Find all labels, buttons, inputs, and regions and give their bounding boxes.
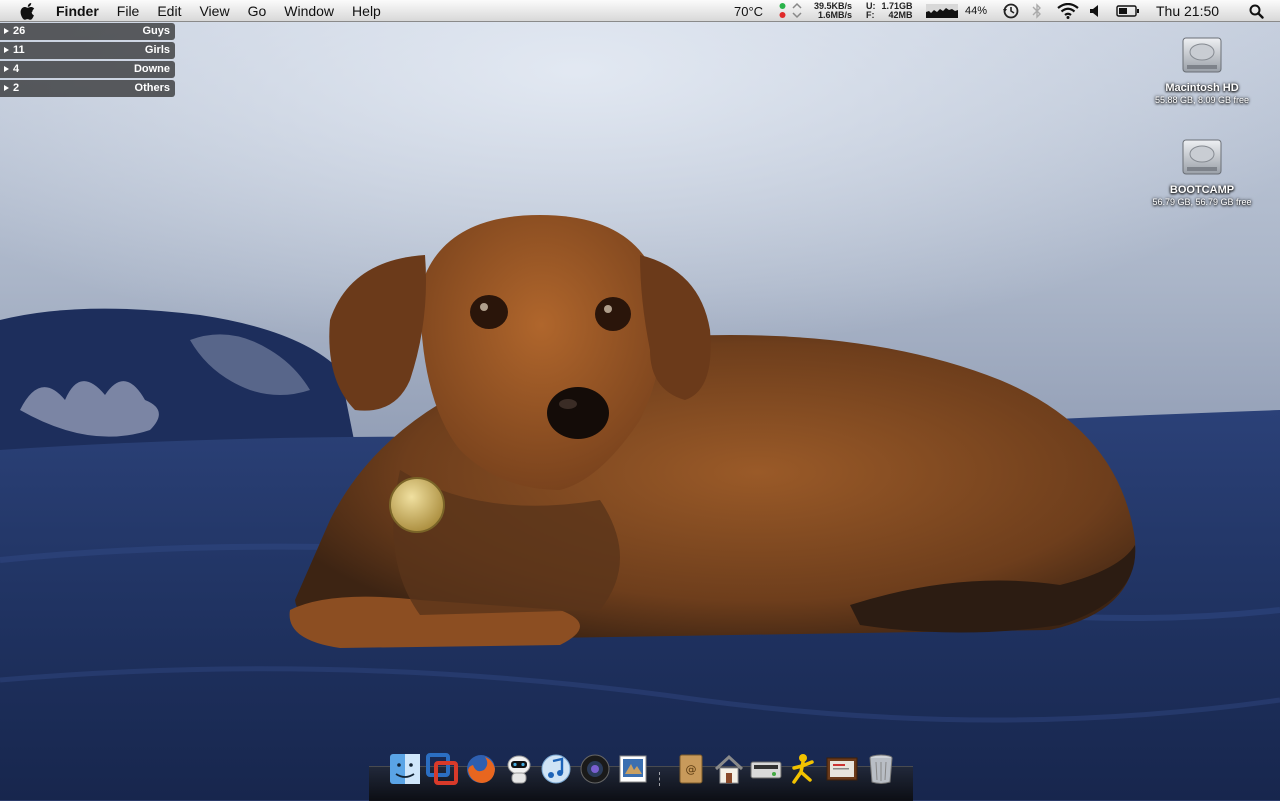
memory-free-value: 42MB bbox=[888, 10, 913, 20]
presentation-icon[interactable] bbox=[825, 752, 859, 786]
user-group-row[interactable]: 26 Guys bbox=[0, 23, 175, 40]
user-group-row[interactable]: 4 Downe bbox=[0, 61, 175, 78]
cpu-temperature[interactable]: 70°C bbox=[734, 0, 763, 22]
group-label: Others bbox=[134, 82, 170, 94]
group-count: 2 bbox=[13, 82, 20, 94]
network-speed[interactable]: 39.5KB/s 1.6MB/s bbox=[814, 0, 852, 22]
cpu-usage-graph-icon[interactable] bbox=[926, 0, 958, 22]
memory-monitor[interactable]: U: F: 1.71GB 42MB bbox=[866, 0, 913, 22]
menu-file[interactable]: File bbox=[108, 0, 149, 22]
disclosure-triangle-icon[interactable] bbox=[4, 85, 9, 91]
network-download-speed: 1.6MB/s bbox=[818, 10, 853, 20]
group-label: Guys bbox=[142, 25, 170, 37]
wifi-icon[interactable] bbox=[1054, 0, 1082, 22]
home-folder-icon[interactable] bbox=[712, 752, 746, 786]
menu-view[interactable]: View bbox=[190, 0, 238, 22]
user-group-row[interactable]: 11 Girls bbox=[0, 42, 175, 59]
menu-clock[interactable]: Thu 21:50 bbox=[1156, 0, 1219, 22]
battery-percent[interactable]: 44% bbox=[965, 0, 987, 22]
photo-booth-icon[interactable] bbox=[578, 752, 612, 786]
group-label: Downe bbox=[133, 63, 170, 75]
hard-drive-icon[interactable] bbox=[1179, 134, 1225, 180]
dock-separator bbox=[659, 772, 662, 786]
menu-app-finder[interactable]: Finder bbox=[56, 0, 108, 22]
network-activity-icon[interactable] bbox=[779, 0, 803, 22]
group-label: Girls bbox=[144, 44, 170, 56]
menu-bar: Finder File Edit View Go Window Help 70°… bbox=[0, 0, 1280, 22]
svg-text:@: @ bbox=[686, 763, 697, 776]
group-count: 26 bbox=[13, 25, 26, 37]
itunes-icon[interactable] bbox=[539, 752, 573, 786]
group-count: 11 bbox=[13, 44, 25, 56]
drive-info: 56.79 GB, 56.79 GB free bbox=[1152, 197, 1252, 207]
firefox-icon[interactable] bbox=[464, 752, 498, 786]
menu-window[interactable]: Window bbox=[275, 0, 343, 22]
apple-logo-icon[interactable] bbox=[16, 0, 38, 22]
battery-icon[interactable] bbox=[1113, 0, 1143, 22]
preview-icon[interactable] bbox=[616, 752, 650, 786]
group-count: 4 bbox=[13, 63, 20, 75]
disclosure-triangle-icon[interactable] bbox=[4, 28, 9, 34]
aim-icon[interactable] bbox=[788, 752, 822, 786]
desktop-drive-bootcamp[interactable]: BOOTCAMP 56.79 GB, 56.79 GB free bbox=[1137, 134, 1267, 208]
menu-help[interactable]: Help bbox=[343, 0, 390, 22]
hard-drive-icon[interactable] bbox=[1179, 32, 1225, 78]
bluetooth-icon[interactable] bbox=[1027, 0, 1047, 22]
finder-icon[interactable] bbox=[388, 752, 422, 786]
memory-free-label: F: bbox=[866, 10, 875, 20]
volume-icon[interactable] bbox=[1085, 0, 1105, 22]
menu-go[interactable]: Go bbox=[239, 0, 276, 22]
address-book-icon[interactable]: @ bbox=[674, 752, 708, 786]
desktop-wallpaper bbox=[0, 0, 1280, 800]
trash-icon[interactable] bbox=[864, 752, 898, 786]
menu-edit[interactable]: Edit bbox=[148, 0, 190, 22]
disclosure-triangle-icon[interactable] bbox=[4, 66, 9, 72]
time-machine-icon[interactable] bbox=[997, 0, 1025, 22]
drive-info: 55.88 GB, 8.09 GB free bbox=[1154, 95, 1250, 105]
scanner-icon[interactable] bbox=[749, 752, 783, 786]
vmware-fusion-icon[interactable] bbox=[425, 752, 459, 786]
desktop-drive-macintosh-hd[interactable]: Macintosh HD 55.88 GB, 8.09 GB free bbox=[1137, 32, 1267, 106]
spotlight-search-icon[interactable] bbox=[1242, 0, 1270, 22]
user-group-row[interactable]: 2 Others bbox=[0, 80, 175, 97]
disclosure-triangle-icon[interactable] bbox=[4, 47, 9, 53]
user-list-widget: 26 Guys 11 Girls 4 Downe 2 Others bbox=[0, 23, 175, 99]
robot-app-icon[interactable] bbox=[502, 752, 536, 786]
drive-name: Macintosh HD bbox=[1165, 82, 1239, 94]
drive-name: BOOTCAMP bbox=[1169, 184, 1235, 196]
